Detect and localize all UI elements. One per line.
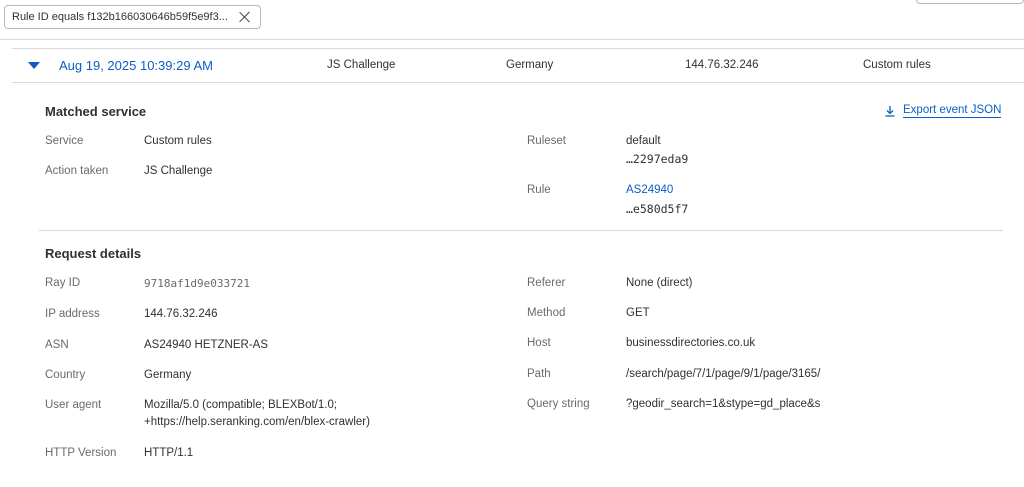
asn-value: AS24940 HETZNER-AS bbox=[144, 339, 268, 351]
path-value: /search/page/7/1/page/9/1/page/3165/ bbox=[626, 368, 821, 380]
method-label: Method bbox=[527, 307, 566, 319]
event-date[interactable]: Aug 19, 2025 10:39:29 AM bbox=[59, 58, 213, 73]
ray-id-value: 9718af1d9e033721 bbox=[144, 277, 250, 290]
filter-chip-label: Rule ID equals f132b166030646b59f5e9f3..… bbox=[12, 11, 228, 23]
caret-down-icon[interactable] bbox=[28, 62, 40, 69]
referer-value: None (direct) bbox=[626, 277, 693, 289]
event-detail-panel: Matched service Export event JSON Servic… bbox=[12, 83, 1024, 487]
rule-id: …e580d5f7 bbox=[626, 202, 689, 216]
ruleset-label: Ruleset bbox=[527, 135, 566, 147]
user-agent-line1: Mozilla/5.0 (compatible; BLEXBot/1.0; bbox=[144, 399, 338, 411]
service-label: Service bbox=[45, 135, 84, 147]
http-version-label: HTTP Version bbox=[45, 447, 117, 459]
section-divider bbox=[39, 230, 1003, 231]
event-service: Custom rules bbox=[863, 59, 931, 71]
ruleset-name: default bbox=[626, 135, 661, 147]
country-label: Country bbox=[45, 369, 86, 381]
ruleset-id: …2297eda9 bbox=[626, 152, 689, 166]
event-ip: 144.76.32.246 bbox=[685, 59, 759, 71]
divider bbox=[0, 39, 1024, 40]
query-string-label: Query string bbox=[527, 398, 590, 410]
query-string-value: ?geodir_search=1&stype=gd_place&s bbox=[626, 398, 821, 410]
ip-address-label: IP address bbox=[45, 308, 100, 320]
export-json-label: Export event JSON bbox=[903, 104, 1002, 118]
user-agent-label: User agent bbox=[45, 399, 102, 411]
referer-label: Referer bbox=[527, 277, 566, 289]
filter-chip[interactable]: Rule ID equals f132b166030646b59f5e9f3..… bbox=[4, 5, 261, 29]
ip-address-value: 144.76.32.246 bbox=[144, 308, 218, 320]
export-json-link[interactable]: Export event JSON bbox=[884, 104, 1002, 118]
method-value: GET bbox=[626, 307, 650, 319]
request-details-title: Request details bbox=[45, 246, 142, 261]
ray-id-label: Ray ID bbox=[45, 277, 81, 289]
country-value: Germany bbox=[144, 369, 192, 381]
download-icon bbox=[885, 106, 895, 117]
http-version-value: HTTP/1.1 bbox=[144, 447, 194, 459]
close-icon[interactable] bbox=[238, 10, 252, 24]
matched-service-title: Matched service bbox=[45, 104, 147, 119]
user-agent-line2: +https://help.seranking.com/en/blex-craw… bbox=[144, 416, 370, 428]
host-value: businessdirectories.co.uk bbox=[626, 337, 756, 349]
path-label: Path bbox=[527, 368, 551, 380]
event-action: JS Challenge bbox=[327, 59, 396, 71]
rule-name-link[interactable]: AS24940 bbox=[626, 182, 673, 199]
top-right-button[interactable] bbox=[916, 0, 1024, 4]
event-country: Germany bbox=[506, 59, 554, 71]
host-label: Host bbox=[527, 337, 551, 349]
action-taken-label: Action taken bbox=[45, 165, 109, 177]
asn-label: ASN bbox=[45, 339, 69, 351]
rule-label: Rule bbox=[527, 184, 551, 196]
service-value: Custom rules bbox=[144, 135, 212, 147]
action-taken-value: JS Challenge bbox=[144, 165, 213, 177]
event-row[interactable]: Aug 19, 2025 10:39:29 AM JS Challenge Ge… bbox=[12, 48, 1024, 83]
